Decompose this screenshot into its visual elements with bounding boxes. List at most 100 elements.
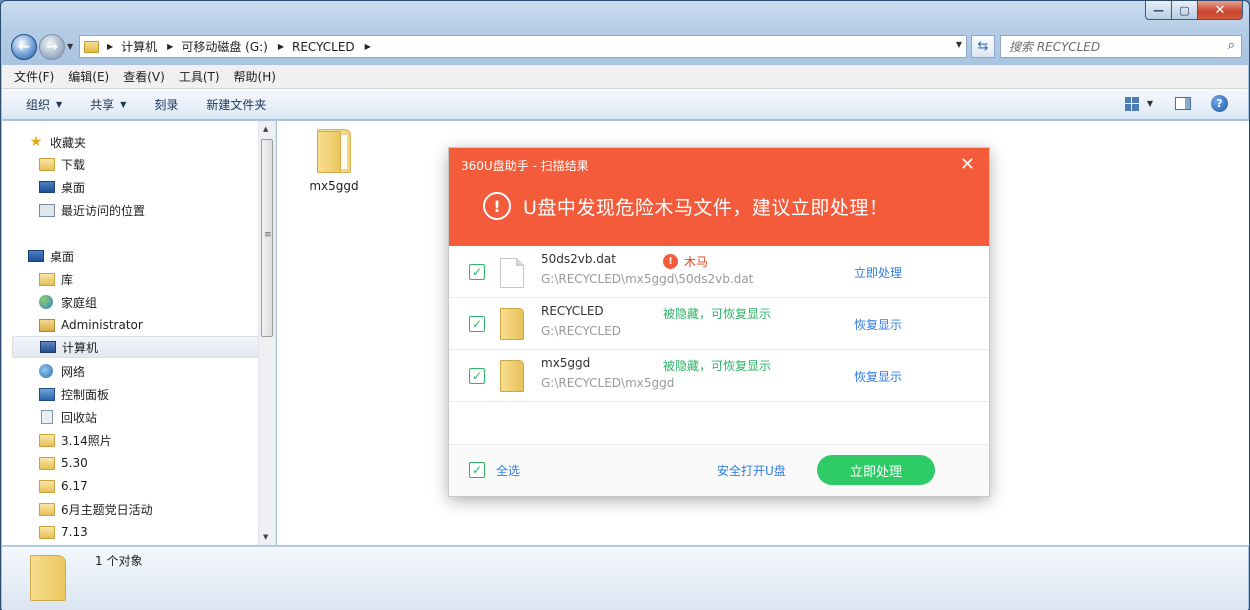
refresh-button[interactable]: ⇆ (971, 35, 995, 58)
menu-edit[interactable]: 编辑(E) (68, 68, 109, 85)
menu-tools[interactable]: 工具(T) (179, 68, 220, 85)
select-all-label[interactable]: 全选 (496, 462, 520, 479)
nav-downloads[interactable]: 下载 (39, 153, 85, 175)
share-button[interactable]: 共享 ▼ (90, 96, 126, 113)
hidden-status: 被隐藏，可恢复显示 (663, 359, 772, 373)
minimize-button[interactable]: — (1145, 1, 1172, 20)
view-options-dropdown[interactable]: ▼ (1147, 99, 1153, 108)
select-all-checkbox[interactable]: ✓ (469, 462, 485, 478)
menu-view[interactable]: 查看(V) (123, 68, 165, 85)
forward-button[interactable]: → (39, 34, 65, 60)
restore-display-link[interactable]: 恢复显示 (854, 316, 902, 333)
dialog-headline: U盘中发现危险木马文件，建议立即处理！ (523, 197, 889, 219)
organize-label: 组织 (26, 97, 51, 112)
nav-label: 网络 (61, 364, 86, 379)
recycle-bin-icon (41, 410, 53, 424)
row-checkbox[interactable]: ✓ (469, 368, 485, 384)
nav-label: 最近访问的位置 (61, 203, 146, 218)
nav-folder-530[interactable]: 5.30 (39, 452, 88, 474)
nav-homegroup[interactable]: 家庭组 (39, 291, 97, 313)
burn-button[interactable]: 刻录 (154, 96, 178, 113)
result-list: ✓ 50ds2vb.dat G:\RECYCLED\mx5ggd\50ds2vb… (449, 246, 989, 402)
nav-administrator[interactable]: Administrator (39, 314, 143, 336)
warning-icon: ! (483, 192, 511, 220)
row-checkbox[interactable]: ✓ (469, 316, 485, 332)
threat-status: ! 木马 (663, 253, 708, 270)
view-controls: ▼ ? (1124, 95, 1228, 112)
scroll-thumb[interactable] (261, 139, 273, 337)
back-button[interactable]: ← (11, 34, 37, 60)
folder-icon (39, 479, 55, 493)
nav-recycle-bin[interactable]: 回收站 (39, 406, 97, 428)
nav-label: 桌面 (61, 180, 86, 195)
help-icon[interactable]: ? (1211, 95, 1228, 112)
result-row: ✓ 50ds2vb.dat G:\RECYCLED\mx5ggd\50ds2vb… (449, 246, 989, 298)
search-icon[interactable]: ⌕ (1228, 38, 1235, 53)
search-input[interactable]: 搜索 RECYCLED ⌕ (1000, 35, 1242, 58)
address-dropdown[interactable]: ▼ (956, 40, 962, 49)
nav-libraries[interactable]: 库 (39, 268, 73, 290)
restore-display-link[interactable]: 恢复显示 (854, 368, 902, 385)
menu-help[interactable]: 帮助(H) (234, 68, 276, 85)
alert-icon: ! (663, 254, 678, 269)
new-folder-button[interactable]: 新建文件夹 (206, 96, 266, 113)
nav-folder-713[interactable]: 7.13 (39, 521, 88, 543)
nav-network[interactable]: 网络 (39, 360, 85, 382)
nav-control-panel[interactable]: 控制面板 (39, 383, 109, 405)
nav-scrollbar[interactable]: ▲ ▼ (258, 121, 275, 545)
nav-recent-places[interactable]: 最近访问的位置 (39, 199, 145, 221)
folder-icon (84, 40, 99, 53)
menu-bar: 文件(F) 编辑(E) 查看(V) 工具(T) 帮助(H) (2, 65, 1248, 89)
file-name: mx5ggd (309, 179, 359, 193)
folder-icon (317, 129, 351, 173)
nav-desktop[interactable]: 桌面 (28, 245, 74, 267)
change-view-icon[interactable] (1124, 96, 1139, 111)
row-checkbox[interactable]: ✓ (469, 264, 485, 280)
dialog-header: 360U盘助手 - 扫描结果 ✕ ! U盘中发现危险木马文件，建议立即处理！ (449, 148, 989, 246)
nav-label: 桌面 (50, 249, 75, 264)
file-path: G:\RECYCLED (541, 324, 622, 338)
file-path: G:\RECYCLED\mx5ggd (541, 376, 675, 390)
homegroup-icon (39, 295, 53, 309)
handle-now-link[interactable]: 立即处理 (854, 264, 902, 281)
nav-folder-party-day[interactable]: 6月主题党日活动 (39, 498, 153, 520)
maximize-button[interactable]: ▢ (1172, 1, 1198, 20)
breadcrumb-recycled[interactable]: RECYCLED ▶ (292, 40, 379, 54)
nav-label: Administrator (61, 318, 143, 332)
folder-icon (500, 360, 524, 392)
item-count: 1 个对象 (95, 554, 143, 568)
safe-open-link[interactable]: 安全打开U盘 (717, 462, 786, 479)
breadcrumb-root-arrow[interactable]: ▶ (105, 42, 121, 51)
recent-pages-dropdown[interactable]: ▼ (67, 42, 73, 51)
nav-label: 家庭组 (61, 295, 98, 310)
folder-icon (500, 308, 524, 340)
chevron-down-icon: ▼ (120, 99, 127, 109)
nav-folder-617[interactable]: 6.17 (39, 475, 88, 497)
command-bar: 组织 ▼ 共享 ▼ 刻录 新建文件夹 ▼ ? (2, 89, 1248, 120)
folder-icon (39, 433, 55, 447)
nav-favorites[interactable]: ★ 收藏夹 (28, 131, 86, 153)
organize-button[interactable]: 组织 ▼ (26, 96, 62, 113)
network-icon (39, 364, 53, 378)
breadcrumb-removable-disk[interactable]: 可移动磁盘 (G:) ▶ (181, 38, 292, 55)
preview-pane-icon[interactable] (1175, 97, 1191, 110)
nav-label: 库 (61, 272, 74, 287)
control-panel-icon (39, 387, 55, 401)
address-bar[interactable]: ▶ 计算机 ▶ 可移动磁盘 (G:) ▶ RECYCLED ▶ ▼ (79, 35, 967, 58)
details-pane: 1 个对象 (2, 546, 1248, 610)
scroll-down-icon[interactable]: ▼ (263, 533, 268, 541)
breadcrumb-computer[interactable]: 计算机 ▶ (121, 38, 181, 55)
hidden-status: 被隐藏，可恢复显示 (663, 307, 772, 321)
file-item[interactable]: mx5ggd (304, 129, 364, 193)
scroll-up-icon[interactable]: ▲ (263, 125, 268, 133)
nav-computer[interactable]: 计算机 (12, 336, 260, 358)
file-path: G:\RECYCLED\mx5ggd\50ds2vb.dat (541, 272, 754, 286)
nav-folder-photos[interactable]: 3.14照片 (39, 429, 112, 451)
nav-fav-desktop[interactable]: 桌面 (39, 176, 85, 198)
handle-now-button[interactable]: 立即处理 (817, 455, 935, 485)
close-window-button[interactable]: ✕ (1198, 1, 1243, 20)
close-icon[interactable]: ✕ (960, 154, 975, 175)
folder-icon (39, 525, 55, 539)
menu-file[interactable]: 文件(F) (14, 68, 54, 85)
breadcrumb-label: 可移动磁盘 (G:) (181, 40, 268, 54)
